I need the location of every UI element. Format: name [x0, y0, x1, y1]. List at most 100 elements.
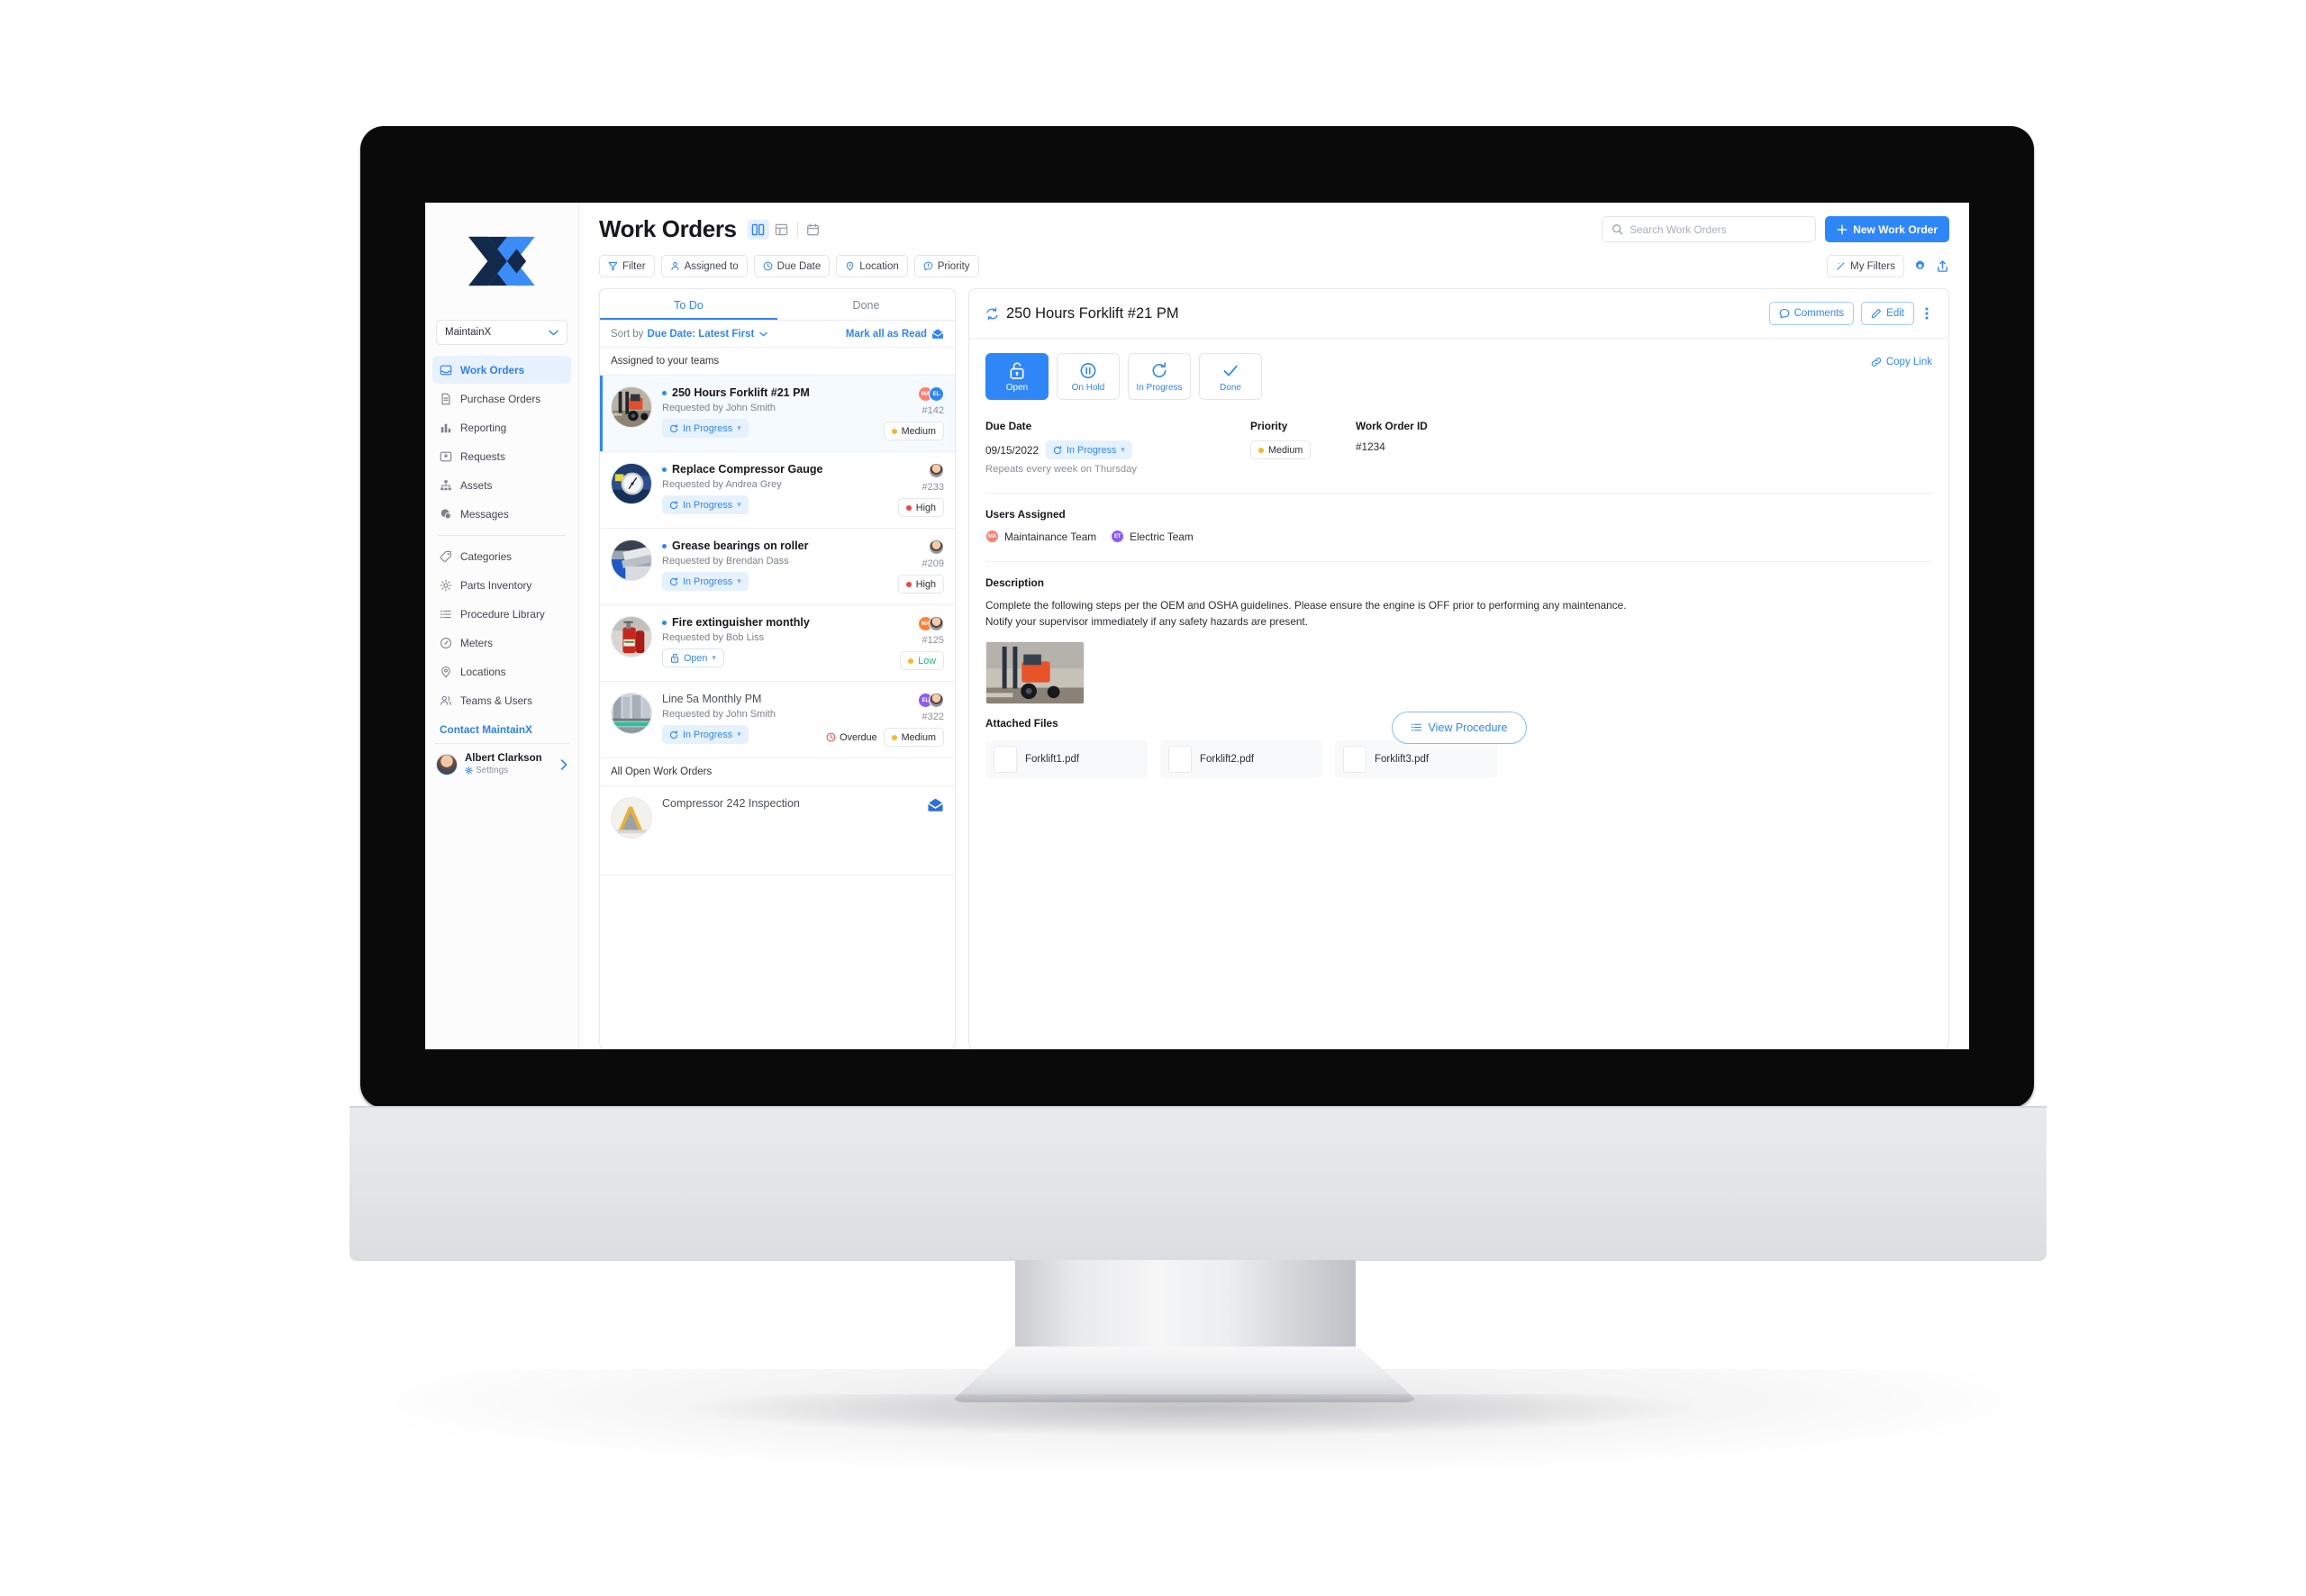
sort-value[interactable]: Due Date: Latest First: [647, 329, 767, 340]
sidebar-item-purchase-orders[interactable]: Purchase Orders: [432, 385, 571, 413]
gear-icon: [440, 579, 452, 592]
assignee-avatars: [929, 540, 944, 555]
tab-to-do[interactable]: To Do: [600, 289, 777, 320]
sort-row: Sort by Due Date: Latest First Mark all …: [600, 321, 955, 348]
view-procedure-button[interactable]: View Procedure: [1391, 711, 1527, 744]
sidebar-item-requests[interactable]: Requests: [432, 442, 571, 470]
status-label: Open: [684, 652, 708, 664]
work-order-requester: Requested by Brendan Dass: [662, 556, 789, 567]
tab-done[interactable]: Done: [777, 289, 955, 320]
status-dropdown[interactable]: In Progress ▾: [662, 495, 749, 514]
due-status-label: In Progress: [1067, 444, 1117, 456]
chip-label: Priority: [937, 260, 970, 272]
overdue-badge: Overdue: [826, 732, 877, 743]
chevron-down-icon: [549, 330, 558, 336]
file-card[interactable]: Forklift2.pdf: [1160, 739, 1322, 778]
share-upload-icon[interactable]: [1936, 259, 1949, 273]
status-button-on-hold[interactable]: On Hold: [1057, 353, 1120, 400]
status-button-in-progress[interactable]: In Progress: [1128, 353, 1191, 400]
work-order-meta: #209 High: [897, 540, 944, 594]
status-dropdown[interactable]: In Progress ▾: [662, 572, 749, 591]
sidebar-item-label: Requests: [460, 449, 505, 463]
work-order-row[interactable]: Replace Compressor Gauge Requested by An…: [600, 452, 955, 529]
sidebar-item-meters[interactable]: Meters: [432, 629, 571, 657]
detail-header: 250 Hours Forklift #21 PM Comments Edit: [969, 289, 1948, 339]
detail-divider: [985, 561, 1932, 562]
priority-badge: Low: [900, 651, 944, 670]
priority-badge: Medium: [883, 728, 944, 747]
filter-chip-location[interactable]: Location: [836, 255, 908, 277]
sidebar-item-label: Procedure Library: [460, 607, 545, 621]
sidebar-item-assets[interactable]: Assets: [432, 471, 571, 499]
status-button-done[interactable]: Done: [1199, 353, 1262, 400]
search-box[interactable]: [1602, 216, 1817, 242]
kebab-menu-icon[interactable]: [1921, 306, 1932, 321]
assigned-team[interactable]: ET Electric Team: [1111, 530, 1194, 543]
mark-all-as-read-button[interactable]: Mark all as Read: [846, 328, 944, 340]
team-name: Electric Team: [1130, 530, 1194, 543]
comments-button[interactable]: Comments: [1768, 302, 1855, 325]
work-order-row[interactable]: 250 Hours Forklift #21 PM Requested by J…: [600, 376, 955, 452]
assignee-avatars: EL: [918, 693, 944, 708]
table-view-icon[interactable]: [771, 220, 793, 240]
work-order-row[interactable]: Compressor 242 Inspection: [600, 786, 955, 875]
top-bar-actions: New Work Order: [1602, 216, 1949, 242]
priority-value-row: Medium: [1250, 440, 1356, 459]
status-dropdown[interactable]: In Progress ▾: [662, 419, 749, 438]
work-order-thumbnail: [611, 540, 652, 581]
sidebar-item-locations[interactable]: Locations: [432, 657, 571, 685]
sidebar-item-categories[interactable]: Categories: [432, 542, 571, 570]
list-group-header-all-open: All Open Work Orders: [600, 758, 955, 786]
status-button-open[interactable]: Open: [985, 353, 1049, 400]
work-order-title-row: Grease bearings on roller: [662, 540, 888, 553]
map-pin-icon: [845, 261, 855, 271]
my-filters-button[interactable]: My Filters: [1827, 255, 1904, 277]
main-content: Work Orders Search Work Orders New Work …: [579, 203, 1969, 1049]
org-selector[interactable]: MaintainX: [436, 320, 567, 345]
sidebar-item-procedure-library[interactable]: Procedure Library: [432, 600, 571, 628]
work-order-id: #125: [921, 635, 944, 646]
file-card[interactable]: Forklift3.pdf: [1335, 739, 1497, 778]
work-order-row[interactable]: Line 5a Monthly PM Requested by John Smi…: [600, 682, 955, 758]
bar-chart-icon: [440, 422, 452, 434]
work-order-thumbnail: [611, 693, 652, 734]
sidebar-item-teams-and-users[interactable]: Teams & Users: [432, 686, 571, 714]
chip-label: Filter: [622, 260, 646, 272]
filter-chip-priority[interactable]: Priority: [913, 255, 979, 277]
sidebar-item-work-orders[interactable]: Work Orders: [432, 356, 571, 384]
calendar-view-icon[interactable]: [803, 220, 824, 240]
work-order-thumbnail: [611, 386, 652, 428]
work-order-row[interactable]: Fire extinguisher monthly Requested by B…: [600, 605, 955, 682]
status-dropdown[interactable]: In Progress ▾: [662, 725, 749, 744]
work-order-id-value: #1234: [1356, 440, 1385, 453]
priority-label: High: [915, 502, 936, 513]
filter-chip-assigned-to[interactable]: Assigned to: [660, 255, 748, 277]
contact-maintainx-link[interactable]: Contact MaintainX: [425, 715, 578, 743]
description-image[interactable]: [985, 640, 1085, 704]
monitor-screen: MaintainX Work Orders Purchase Orders Re…: [425, 203, 1969, 1049]
copy-link-button[interactable]: Copy Link: [1871, 353, 1932, 367]
due-status-dropdown[interactable]: In Progress ▾: [1046, 440, 1132, 459]
sidebar-user-profile[interactable]: Albert Clarkson Settings: [425, 744, 578, 775]
my-filters-label: My Filters: [1850, 260, 1895, 272]
status-dropdown[interactable]: Open ▾: [662, 648, 724, 667]
settings-link[interactable]: Settings: [465, 766, 542, 775]
new-work-order-button[interactable]: New Work Order: [1825, 216, 1949, 242]
assigned-team[interactable]: MA Maintainance Team: [985, 530, 1096, 543]
detail-divider: [985, 493, 1932, 494]
gear-icon[interactable]: [1913, 259, 1927, 273]
hierarchy-icon: [440, 479, 452, 492]
sidebar-item-messages[interactable]: Messages: [432, 500, 571, 528]
work-order-row[interactable]: Grease bearings on roller Requested by B…: [600, 529, 955, 605]
priority-badge: High: [897, 498, 944, 517]
edit-button[interactable]: Edit: [1861, 302, 1914, 325]
filter-chip-filter[interactable]: Filter: [599, 255, 655, 277]
file-name: Forklift1.pdf: [1025, 753, 1080, 765]
split-view-icon[interactable]: [747, 219, 769, 240]
filter-chip-due-date[interactable]: Due Date: [753, 255, 831, 277]
file-card[interactable]: Forklift1.pdf: [985, 739, 1148, 778]
work-order-requester: Requested by John Smith: [662, 709, 776, 720]
sidebar-item-parts-inventory[interactable]: Parts Inventory: [432, 571, 571, 599]
sidebar-item-reporting[interactable]: Reporting: [432, 413, 571, 441]
search-input[interactable]: [1630, 222, 1807, 236]
